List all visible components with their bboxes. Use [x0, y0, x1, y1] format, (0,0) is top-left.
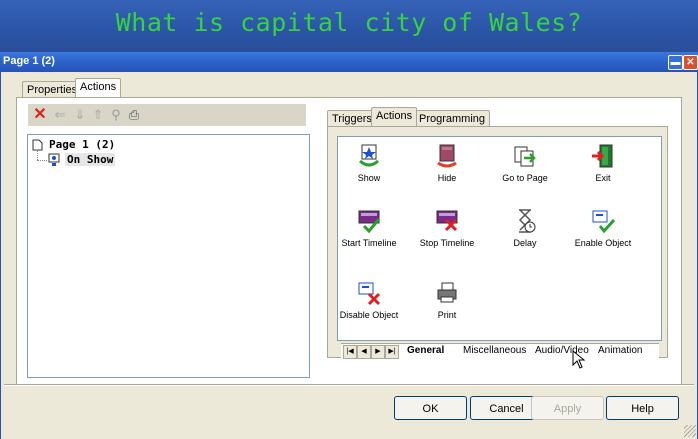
question-banner: What is capital city of Wales? — [0, 0, 698, 52]
action-label: Disable Object — [339, 310, 399, 320]
last-tab-button[interactable]: ▶| — [385, 345, 399, 359]
stop-timeline-icon — [436, 210, 458, 232]
tab-properties[interactable]: Properties — [22, 81, 83, 97]
action-label: Start Timeline — [341, 238, 397, 248]
hourglass-icon — [518, 209, 536, 233]
tab-programming[interactable]: Programming — [414, 110, 491, 126]
page-icon — [32, 139, 43, 151]
action-palette: Show Hide Go to Page Exit Start Timeline… — [337, 136, 662, 341]
action-start-timeline[interactable]: Start Timeline — [330, 208, 408, 248]
action-go-to-page[interactable]: Go to Page — [486, 143, 564, 183]
help-button[interactable]: Help — [606, 396, 679, 420]
close-button[interactable]: ✕ — [683, 55, 698, 70]
action-stop-timeline[interactable]: Stop Timeline — [408, 208, 486, 248]
tab-animation[interactable]: Animation — [598, 345, 642, 356]
printer-icon — [437, 282, 457, 303]
action-delay[interactable]: Delay — [486, 208, 564, 248]
delete-icon[interactable]: ✕ — [32, 106, 48, 124]
tab-right-actions[interactable]: Actions — [371, 107, 418, 126]
action-label: Delay — [513, 238, 537, 248]
show-icon — [359, 144, 379, 167]
action-exit[interactable]: Exit — [564, 143, 642, 183]
action-label: Go to Page — [502, 173, 548, 183]
print-icon[interactable]: ⎙ — [126, 106, 142, 124]
action-label: Enable Object — [574, 238, 632, 248]
action-hide[interactable]: Hide — [408, 143, 486, 183]
footer-divider — [4, 384, 694, 386]
minimize-button[interactable]: ▬ — [668, 55, 683, 70]
tab-miscellaneous[interactable]: Miscellaneous — [463, 345, 526, 356]
go-to-page-icon — [514, 146, 536, 167]
action-disable-object[interactable]: Disable Object — [330, 280, 408, 320]
enable-object-icon — [592, 210, 616, 234]
arrow-up-icon[interactable]: ⇑ — [90, 106, 106, 124]
first-tab-button[interactable]: |◀ — [343, 345, 357, 359]
next-tab-button[interactable]: ▶ — [371, 345, 385, 359]
properties-icon[interactable]: ⚲ — [108, 106, 124, 124]
question-text: What is capital city of Wales? — [115, 8, 583, 37]
action-tree[interactable]: Page 1 (2) On Show — [27, 134, 310, 378]
tab-general[interactable]: General — [407, 345, 444, 356]
action-show[interactable]: Show — [330, 143, 408, 183]
resize-grip-icon[interactable] — [684, 425, 696, 437]
window-titlebar[interactable]: Page 1 (2) ▬ ✕ — [0, 52, 698, 72]
tree-connector — [37, 160, 47, 161]
disable-object-icon — [358, 282, 381, 306]
tab-actions[interactable]: Actions — [75, 78, 122, 97]
action-label: Stop Timeline — [419, 238, 475, 248]
tree-connector — [37, 151, 38, 160]
action-label: Print — [437, 310, 457, 320]
ok-button[interactable]: OK — [394, 396, 467, 420]
arrow-left-icon[interactable]: ⇐ — [52, 106, 68, 124]
window-title: Page 1 (2) — [3, 55, 55, 67]
action-print[interactable]: Print — [408, 280, 486, 320]
exit-icon — [592, 144, 613, 168]
action-label: Show — [357, 173, 381, 183]
action-label: Exit — [595, 173, 611, 183]
toolbar: ✕ ⇐ ⇓ ⇑ ⚲ ⎙ — [28, 104, 306, 126]
action-enable-object[interactable]: Enable Object — [564, 208, 642, 248]
category-tabs: |◀ ◀ ▶ ▶| General Miscellaneous Audio/Vi… — [341, 343, 659, 360]
on-show-event-icon — [48, 153, 60, 166]
prev-tab-button[interactable]: ◀ — [357, 345, 371, 359]
arrow-down-icon[interactable]: ⇓ — [72, 106, 88, 124]
tab-triggers[interactable]: Triggers — [327, 110, 377, 126]
mouse-cursor-icon — [572, 350, 586, 369]
apply-button[interactable]: Apply — [531, 396, 604, 420]
start-timeline-icon — [358, 210, 381, 234]
action-label: Hide — [437, 173, 457, 183]
tree-item-page[interactable]: Page 1 (2) — [49, 138, 115, 151]
hide-icon — [437, 144, 457, 168]
tree-item-on-show[interactable]: On Show — [65, 153, 116, 166]
